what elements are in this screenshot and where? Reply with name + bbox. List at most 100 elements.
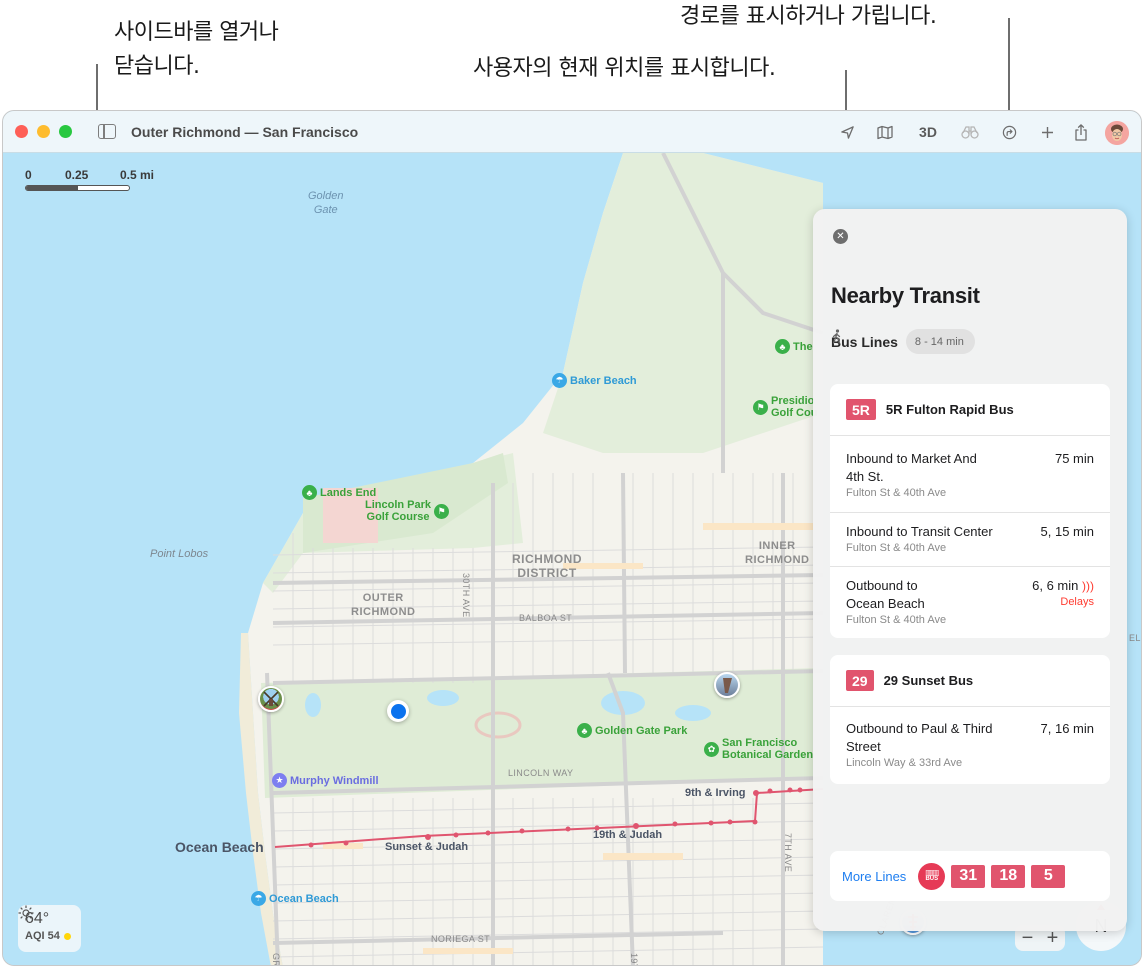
plus-icon	[1041, 126, 1053, 138]
user-avatar[interactable]	[1105, 121, 1129, 145]
label-richmond-district: RICHMOND DISTRICT	[512, 552, 582, 580]
current-location-button[interactable]	[837, 121, 857, 143]
label-golden-gate-line2: Gate	[313, 204, 338, 216]
muni-bus-logo-icon: ▥▥ BUS	[918, 862, 946, 890]
poi-baker-beach[interactable]: ☂ Baker Beach	[552, 373, 637, 388]
trip-row[interactable]: Inbound to Transit Center Fulton St & 40…	[830, 513, 1110, 567]
trip-stop: Fulton St & 40th Ave	[846, 542, 947, 554]
walk-time-pill: 8 - 14 min	[832, 329, 975, 354]
poi-ocean-beach[interactable]: ☂ Ocean Beach	[251, 891, 339, 906]
trip-destination: Inbound to Transit Center	[846, 524, 993, 539]
3d-toggle-button[interactable]: 3D	[915, 121, 941, 143]
windmill-photo-pin[interactable]	[258, 686, 284, 712]
share-icon	[1075, 123, 1087, 141]
more-line-badge[interactable]: 5	[1031, 864, 1066, 888]
poi-murphy-windmill-label: Murphy Windmill	[290, 774, 379, 787]
panel-title: Nearby Transit	[831, 283, 980, 308]
stop-9th-irving[interactable]: 9th & Irving	[685, 787, 746, 799]
walking-icon	[832, 329, 841, 344]
label-inner-richmond: INNER RICHMOND	[745, 539, 810, 567]
more-line-badge[interactable]: 31	[951, 864, 986, 888]
poi-murphy-windmill[interactable]: ★ Murphy Windmill	[272, 773, 379, 788]
poi-the-presidio-label: The	[793, 340, 813, 353]
flower-icon: ✿	[704, 741, 719, 757]
fullscreen-window-button[interactable]	[59, 125, 72, 138]
landmark-photo-pin[interactable]	[714, 672, 740, 698]
scale-bar	[25, 185, 130, 191]
beach-umbrella-icon: ☂	[552, 373, 567, 388]
close-panel-button[interactable]: ✕	[833, 229, 848, 244]
label-golden-gate: Golden Gate	[308, 189, 343, 217]
route-header[interactable]: 5R 5R Fulton Rapid Bus	[830, 384, 1110, 436]
trip-row[interactable]: Outbound to Paul & Third Street Lincoln …	[830, 707, 1110, 784]
tree-icon: ♣	[577, 723, 592, 738]
poi-golden-gate-park-label: Golden Gate Park	[595, 724, 688, 737]
callout-directions: 경로를 표시하거나 가립니다.	[680, 4, 937, 29]
tree-icon: ♣	[302, 485, 317, 500]
poi-botanical-garden-line2: Botanical Garden	[722, 749, 814, 761]
map-scale: 0 0.25 0.5 mi	[25, 168, 165, 191]
poi-golden-gate-park[interactable]: ♣ Golden Gate Park	[577, 723, 687, 738]
walk-time: 8 - 14 min	[914, 335, 964, 348]
label-noriega-st: NORIEGA ST	[431, 934, 491, 944]
location-arrow-icon	[840, 125, 854, 139]
poi-lincoln-park-line1: Lincoln Park	[365, 499, 432, 511]
poi-botanical-garden[interactable]: ✿ San Francisco Botanical Garden	[704, 737, 813, 761]
label-outer-richmond-line1: OUTER	[362, 592, 404, 604]
map-view[interactable]: 0 0.25 0.5 mi Golden Gate Point Lobos ☂ …	[3, 153, 1141, 965]
label-balboa-st: BALBOA ST	[519, 613, 573, 623]
tower-icon	[723, 678, 732, 693]
callout-directions-leader	[1008, 18, 1010, 118]
trip-destination: Outbound to Ocean Beach	[846, 578, 925, 611]
callout-sidebar-line2: 닫습니다.	[114, 54, 200, 79]
route-header[interactable]: 29 29 Sunset Bus	[830, 655, 1110, 707]
label-el: EL	[1129, 633, 1141, 643]
stop-ocean-beach[interactable]: Ocean Beach	[175, 839, 264, 855]
route-badge: 5R	[846, 399, 876, 420]
poi-presidio-golf-line1: Presidio	[771, 395, 815, 407]
close-window-button[interactable]	[15, 125, 28, 138]
poi-lincoln-park-line2: Golf Course	[366, 511, 430, 523]
stop-19th-judah[interactable]: 19th & Judah	[593, 829, 662, 841]
add-button[interactable]	[1037, 121, 1057, 143]
trip-time: 75 min	[1054, 451, 1094, 466]
trip-row[interactable]: Inbound to Market And 4th St. Fulton St …	[830, 436, 1110, 513]
trip-stop: Lincoln Way & 33rd Ave	[846, 757, 963, 769]
callout-location: 사용자의 현재 위치를 표시합니다.	[473, 56, 776, 81]
current-location-marker[interactable]	[387, 700, 409, 722]
minimize-window-button[interactable]	[37, 125, 50, 138]
directions-button[interactable]	[999, 121, 1019, 143]
share-button[interactable]	[1071, 121, 1091, 143]
label-richmond-district-line1: RICHMOND	[512, 552, 582, 566]
bus-logo-text: BUS	[925, 876, 939, 882]
label-great-hwy: GR	[271, 953, 281, 966]
more-lines-link[interactable]: More Lines	[842, 869, 906, 884]
poi-presidio-golf[interactable]: ⚑ Presidio Golf Cou	[753, 395, 817, 419]
trip-destination: Inbound to Market And 4th St.	[846, 451, 977, 484]
golf-flag-icon: ⚑	[753, 399, 768, 415]
label-inner-richmond-line1: INNER	[758, 540, 796, 552]
trip-row[interactable]: Outbound to Ocean Beach Fulton St & 40th…	[830, 567, 1110, 638]
star-icon: ★	[272, 773, 287, 788]
label-7th-ave: 7TH AVE	[783, 833, 793, 873]
maps-window: Outer Richmond — San Francisco 3D 0 0.25…	[2, 110, 1142, 966]
window-title: Outer Richmond — San Francisco	[131, 124, 359, 140]
poi-baker-beach-label: Baker Beach	[570, 374, 637, 387]
weather-aqi: AQI 54	[25, 930, 60, 942]
label-lincoln-way: LINCOLN WAY	[508, 768, 574, 778]
look-around-button[interactable]	[959, 121, 981, 143]
map-icon	[877, 125, 893, 139]
weather-widget[interactable]: 64° AQI 54	[18, 905, 81, 952]
sidebar-toggle-icon[interactable]	[98, 124, 116, 139]
poi-lincoln-park[interactable]: Lincoln Park Golf Course ⚑	[365, 499, 450, 523]
map-mode-button[interactable]	[875, 121, 895, 143]
label-point-lobos: Point Lobos	[150, 548, 209, 560]
poi-lands-end[interactable]: ♣ Lands End	[302, 485, 376, 500]
route-name: 5R Fulton Rapid Bus	[885, 402, 1014, 417]
trip-time: 7, 16 min	[1040, 721, 1094, 736]
poi-the-presidio[interactable]: ♣ The	[775, 339, 813, 354]
label-inner-richmond-line2: RICHMOND	[745, 554, 810, 566]
more-line-badge[interactable]: 18	[991, 864, 1026, 888]
windmill-icon	[263, 691, 279, 707]
stop-sunset-judah[interactable]: Sunset & Judah	[385, 841, 468, 853]
